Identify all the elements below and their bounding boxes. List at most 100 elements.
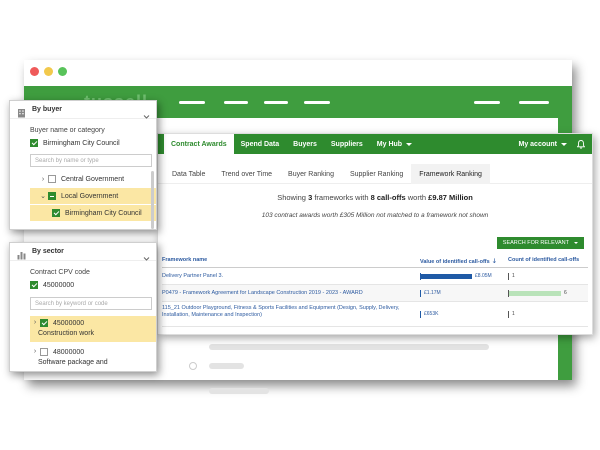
skeleton-line [209,344,489,350]
col-value[interactable]: Value of identified call-offs 🡓 [420,257,496,267]
summary-mid2: worth [407,193,427,202]
search-for-relevant-label: SEARCH FOR RELEVANT [502,240,569,246]
chevron-down-icon[interactable]: ⌄ [38,192,48,200]
table-header: Framework name Value of identified call-… [162,254,588,268]
sub-tabs: Data Table Trend over Time Buyer Ranking… [158,164,592,184]
nav-placeholder [224,101,248,104]
col-framework-name[interactable]: Framework name [162,257,207,263]
cpv-label: Software package and [38,359,108,366]
value-label: £1.17M [424,290,441,296]
framework-name-link[interactable]: Delivery Partner Panel 3. [162,273,416,280]
framework-name-link[interactable]: 115_21 Outdoor Playground, Fitness & Spo… [162,305,416,319]
sector-selected-chip[interactable]: 45000000 [30,281,74,289]
main-nav: Contract Awards Spend Data Buyers Suppli… [158,134,592,154]
framework-table: Framework name Value of identified call-… [162,254,588,327]
subtab-data-table[interactable]: Data Table [164,164,213,184]
buyer-filter-panel: By buyer Buyer name or category Birmingh… [9,100,157,230]
tab-suppliers[interactable]: Suppliers [324,134,370,154]
nav-placeholder [304,101,330,104]
buyer-selected-chip[interactable]: Birmingham City Council [30,139,120,147]
subtab-supplier-ranking[interactable]: Supplier Ranking [342,164,411,184]
checkbox-checked-icon[interactable] [52,209,60,217]
framework-ranking-window: Contract Awards Spend Data Buyers Suppli… [157,133,593,335]
checkbox-partial-icon[interactable] [48,192,56,200]
buyer-tree-label: Central Government [61,175,125,183]
count-bar-axis [508,311,509,318]
buyer-tree-label: Birmingham City Council [65,209,142,217]
chevron-down-icon[interactable] [143,249,150,261]
buyer-panel-title: By buyer [32,106,62,113]
window-chrome [24,60,572,86]
cpv-code: 45000000 [53,320,85,327]
value-label: £8.05M [475,273,492,279]
chevron-right-icon[interactable]: › [30,348,40,355]
chevron-down-icon [561,142,567,146]
minimize-window-button[interactable] [44,67,53,76]
count-label: 6 [564,290,567,296]
tab-contract-awards[interactable]: Contract Awards [164,134,234,154]
chevron-right-icon[interactable]: › [30,319,40,326]
checkbox-unchecked-icon[interactable] [40,348,48,356]
chevron-down-icon[interactable] [143,107,150,119]
stage: tussell Contract Awards Spend Data Buyer… [0,0,600,450]
table-row[interactable]: Delivery Partner Panel 3. £8.05M 1 [162,268,588,285]
checkbox-unchecked-icon[interactable] [48,175,56,183]
tab-buyers[interactable]: Buyers [286,134,324,154]
skeleton-line [209,388,269,394]
buyer-tree-item[interactable]: Birmingham City Council [30,205,156,221]
count-bar [509,291,561,296]
sector-panel-header[interactable]: By sector [10,243,156,261]
bell-icon[interactable] [574,134,588,154]
skeleton-icon [189,362,197,370]
col-count[interactable]: Count of identified call-offs [508,257,579,263]
sector-search-input[interactable]: Search by keyword or code [30,297,152,310]
sector-selected-label: 45000000 [43,281,75,289]
frameworks-count: 3 [308,193,313,202]
calloffs-count: 8 call-offs [370,193,406,202]
subtab-trend-over-time[interactable]: Trend over Time [213,164,280,184]
search-for-relevant-button[interactable]: SEARCH FOR RELEVANT [496,237,584,249]
buyer-tree-item[interactable]: › Central Government [30,171,156,187]
table-body: Delivery Partner Panel 3. £8.05M 1 P0479 - … [162,268,588,327]
buyer-tree-label: Local Government [61,192,119,200]
checkbox-checked-icon [30,281,38,289]
count-label: 1 [512,311,515,317]
total-value: £9.87 Million [428,193,473,202]
nav-placeholder [179,101,205,104]
framework-name-link[interactable]: P0479 - Framework Agreement for Landscap… [162,290,416,297]
sort-down-icon: 🡓 [492,259,496,265]
close-window-button[interactable] [30,67,39,76]
maximize-window-button[interactable] [58,67,67,76]
value-bar-axis [420,290,421,297]
col-value-label: Value of identified call-offs [420,259,490,265]
value-label: £653K [424,311,439,317]
sector-tree-item[interactable]: › 48000000 Software package and [30,345,156,371]
tab-my-hub[interactable]: My Hub [370,134,419,154]
buyer-scrollbar[interactable] [151,171,154,229]
buyer-search-placeholder: Search by name or type [35,157,99,164]
chevron-down-icon [574,242,578,244]
sector-tree-item[interactable]: › 45000000 Construction work [30,316,156,342]
sector-search-placeholder: Search by keyword or code [35,300,108,307]
unmatched-note: 103 contract awards worth £305 Million n… [261,212,489,219]
sector-panel-title: By sector [32,248,64,255]
sector-tree-text: 48000000 Software package and [38,348,108,368]
checkbox-checked-icon[interactable] [40,319,48,327]
table-row[interactable]: P0479 - Framework Agreement for Landscap… [162,285,588,302]
table-row[interactable]: 115_21 Outdoor Playground, Fitness & Spo… [162,302,588,327]
buyer-search-input[interactable]: Search by name or type [30,154,152,167]
skeleton-line [209,363,244,369]
my-account-menu[interactable]: My account [511,134,574,154]
nav-placeholder [264,101,288,104]
tab-spend-data[interactable]: Spend Data [234,134,287,154]
buyer-tree-item[interactable]: ⌄ Local Government [30,188,156,204]
subtab-buyer-ranking[interactable]: Buyer Ranking [280,164,342,184]
buyer-field-label: Buyer name or category [30,127,105,134]
subtab-framework-ranking[interactable]: Framework Ranking [411,164,490,184]
chevron-right-icon[interactable]: › [38,176,48,183]
summary-mid1: frameworks with [314,193,369,202]
buyer-panel-header[interactable]: By buyer [10,101,156,119]
count-bar-axis [508,273,509,280]
cpv-code: 48000000 [53,349,85,356]
tab-my-hub-label: My Hub [376,140,403,148]
